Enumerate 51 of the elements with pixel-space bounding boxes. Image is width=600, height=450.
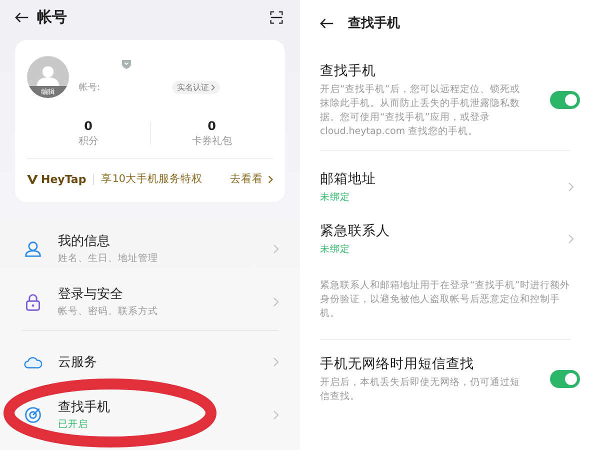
chevron-icon — [273, 410, 279, 420]
brand-name: HeyTap — [41, 172, 86, 186]
stat-label: 积分 — [78, 134, 98, 148]
chevron-icon — [568, 234, 574, 244]
chevron-icon — [211, 84, 215, 91]
menu-item[interactable]: 云服务 — [15, 335, 285, 388]
lock-icon — [24, 292, 42, 310]
scan-icon[interactable] — [270, 10, 283, 24]
stat-value: 0 — [208, 118, 216, 132]
chevron-icon — [273, 356, 279, 366]
stat-label: 卡券礼包 — [192, 134, 232, 148]
toggle-switch[interactable] — [550, 370, 580, 388]
chevron-icon — [268, 174, 273, 184]
setting-description: 开启“查找手机”后，您可以远程定位、锁死或抹除此手机。从而防止丢失的手机泄露隐私数据。您可使用“查找手机”应用，或登录cloud.heytap.com 查找您的手机。 — [320, 82, 520, 138]
menu-subtitle: 姓名、生日、地址管理 — [58, 252, 159, 265]
back-arrow-icon[interactable] — [320, 18, 334, 28]
menu-item[interactable]: 查找手机 已开启 — [15, 388, 285, 441]
menu-title: 我的信息 — [58, 233, 111, 250]
stat-value: 0 — [84, 118, 92, 132]
menu-subtitle: 帐号、密码、联系方式 — [58, 305, 159, 318]
setting-description: 开启后，本机丢失后即使无网络，仍可通过短信查找。 — [320, 376, 520, 404]
setting-title: 紧急联系人 — [320, 222, 391, 240]
back-arrow-icon[interactable] — [15, 12, 29, 22]
account-label: 帐号: — [79, 82, 102, 94]
shield-icon — [122, 59, 131, 69]
target-icon — [24, 406, 42, 424]
promo-link[interactable]: 去看看 — [230, 172, 273, 186]
chevron-icon — [273, 296, 279, 306]
menu-item[interactable]: 登录与安全 帐号、密码、联系方式 — [15, 275, 285, 328]
setting-status: 未绑定 — [320, 243, 351, 256]
verify-chip[interactable]: 实名认证 — [172, 81, 220, 94]
setting-row[interactable]: 紧急联系人 未绑定 — [320, 213, 580, 265]
menu-title: 云服务 — [58, 354, 98, 370]
setting-status: 未绑定 — [320, 191, 351, 204]
menu-title: 查找手机 — [58, 399, 111, 416]
logo-icon — [27, 174, 38, 184]
setting-title: 邮箱地址 — [320, 170, 377, 188]
chevron-icon — [273, 244, 279, 254]
chevron-icon — [568, 182, 574, 192]
page-title: 帐号 — [37, 8, 68, 26]
page-title: 查找手机 — [348, 14, 400, 32]
menu-subtitle: 已开启 — [58, 418, 89, 431]
menu-item[interactable]: 我的信息 姓名、生日、地址管理 — [15, 222, 285, 275]
promo-text: 享10大手机服务特权 — [101, 172, 204, 186]
toggle-switch[interactable] — [550, 91, 580, 109]
setting-title: 手机无网络时用短信查找 — [320, 354, 475, 372]
person-icon — [24, 240, 42, 258]
menu-title: 登录与安全 — [58, 286, 124, 303]
setting-row[interactable]: 邮箱地址 未绑定 — [320, 161, 580, 213]
note-text: 紧急联系人和邮箱地址用于在登录“查找手机”时进行额外身份验证，以避免被他人盗取帐号后恶意定位和控制手机。 — [320, 279, 571, 321]
setting-title: 查找手机 — [320, 62, 377, 80]
